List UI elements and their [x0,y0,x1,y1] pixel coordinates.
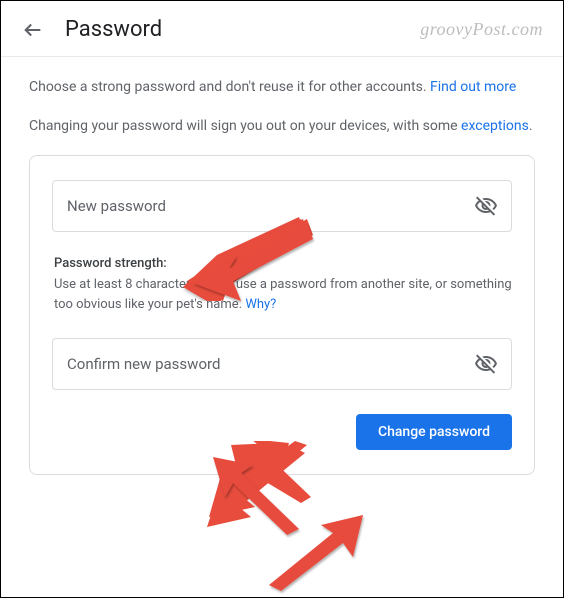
back-arrow-icon[interactable] [21,18,45,42]
new-password-input[interactable] [52,180,512,232]
strength-text: Use at least 8 characters. Don't use a p… [54,275,512,314]
button-row: Change password [52,414,512,450]
find-out-more-link[interactable]: Find out more [430,79,516,95]
intro-text-2a: Changing your password will sign you out… [29,118,461,134]
exceptions-link[interactable]: exceptions [461,118,529,134]
confirm-password-wrapper [52,338,512,390]
strength-text-a: Use at least 8 characters. Don't use a p… [54,277,512,312]
content: Choose a strong password and don't reuse… [1,57,563,495]
password-card: Password strength: Use at least 8 charac… [29,155,535,475]
new-password-wrapper [52,180,512,232]
strength-title: Password strength: [54,256,512,271]
toggle-visibility-icon[interactable] [474,352,498,376]
change-password-button[interactable]: Change password [356,414,512,450]
intro-paragraph-1: Choose a strong password and don't reuse… [29,77,535,98]
confirm-password-input[interactable] [52,338,512,390]
page-title: Password [65,17,162,42]
intro-text-1: Choose a strong password and don't reuse… [29,79,430,95]
header-left: Password [21,17,162,42]
strength-section: Password strength: Use at least 8 charac… [52,256,512,314]
intro-paragraph-2: Changing your password will sign you out… [29,116,535,137]
header: Password groovyPost.com [1,1,563,57]
annotation-arrow-icon [269,515,363,591]
why-link[interactable]: Why? [245,297,276,312]
watermark: groovyPost.com [420,19,543,40]
toggle-visibility-icon[interactable] [474,194,498,218]
intro-text-2b: . [529,118,533,134]
